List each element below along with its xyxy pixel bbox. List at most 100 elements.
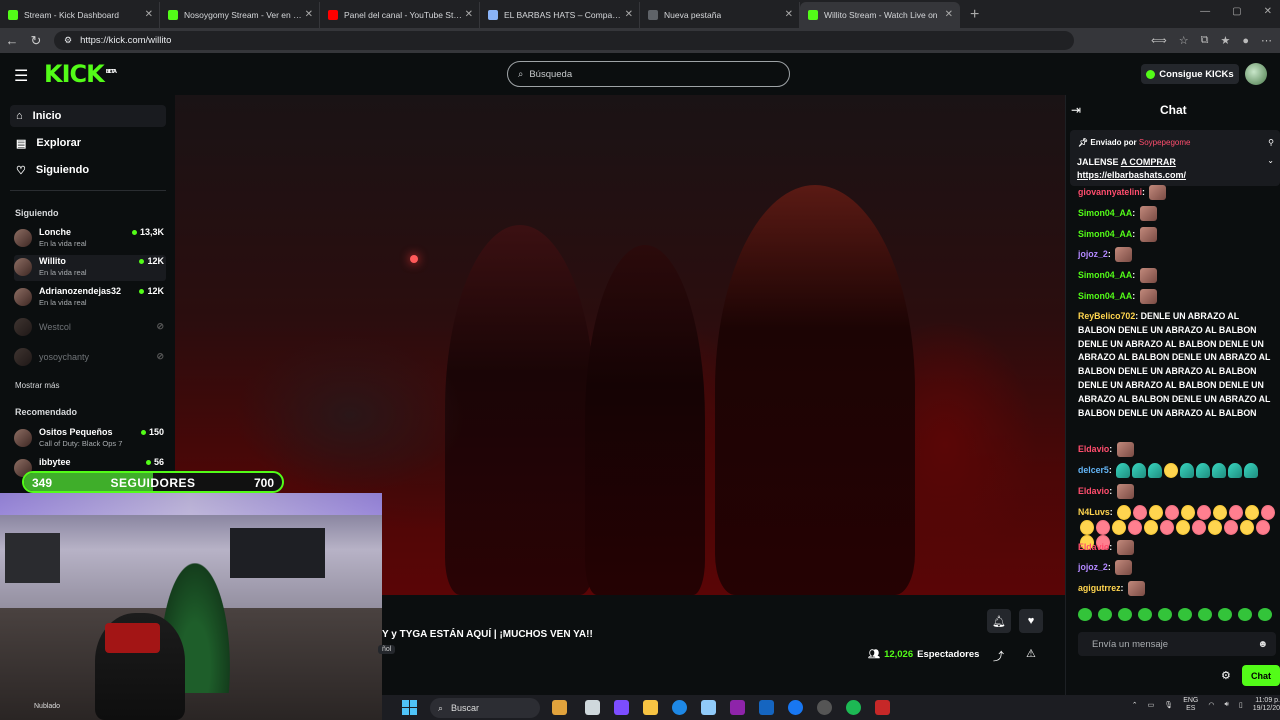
chat-username[interactable]: agigutrrez xyxy=(1078,583,1121,593)
chrome-icon[interactable] xyxy=(817,700,832,715)
hamburger-menu-icon[interactable]: ☰ xyxy=(14,66,28,86)
channel-item[interactable]: Adrianozendejas32 En la vida real 12K xyxy=(14,285,166,311)
extensions-icon[interactable]: ⧉ xyxy=(1201,34,1209,47)
taskbar-app-icon[interactable] xyxy=(585,700,600,715)
minimize-icon[interactable]: — xyxy=(1200,6,1210,17)
channel-item[interactable]: Lonche En la vida real 13,3K xyxy=(14,226,166,252)
back-icon[interactable]: ← xyxy=(0,33,24,48)
chat-username[interactable]: N4Luvs xyxy=(1078,507,1110,517)
browser-tab[interactable]: Nosoygomy Stream - Ver en direct ✕ xyxy=(160,2,320,28)
language-tag[interactable]: ñol xyxy=(378,645,396,654)
sidebar-item-following[interactable]: ♡ Siguiendo xyxy=(10,159,166,181)
browser-tab-active[interactable]: Willito Stream - Watch Live on ✕ xyxy=(800,2,960,28)
taskbar-search[interactable]: ⌕ Buscar xyxy=(430,698,540,718)
chat-username[interactable]: Simon04_AA xyxy=(1078,270,1132,280)
profile-icon[interactable]: ● xyxy=(1242,35,1249,47)
taskbar-app-icon[interactable] xyxy=(614,700,629,715)
emoji-picker-icon[interactable]: ☻ xyxy=(1257,639,1268,650)
windows-start-icon[interactable] xyxy=(402,700,417,715)
chat-username[interactable]: Eldavio xyxy=(1078,486,1109,496)
maximize-icon[interactable]: ▢ xyxy=(1232,6,1241,17)
wifi-icon[interactable]: ◠ xyxy=(1208,701,1214,709)
emote-icon[interactable] xyxy=(1098,608,1112,621)
facebook-icon[interactable] xyxy=(788,700,803,715)
emote-icon[interactable] xyxy=(1158,608,1172,621)
chat-username[interactable]: jojoz_2 xyxy=(1078,562,1108,572)
search-input[interactable]: ⌕ Búsqueda xyxy=(507,61,790,87)
emote-icon[interactable] xyxy=(1078,608,1092,621)
notifications-bell-icon[interactable]: 🔔︎ xyxy=(987,609,1011,633)
network-icon[interactable]: ▭ xyxy=(1148,701,1155,709)
share-icon[interactable]: ⤴ xyxy=(993,648,1004,664)
clock[interactable]: 11:09 p. 19/12/20 xyxy=(1253,697,1280,713)
channel-item[interactable]: Willito En la vida real 12K xyxy=(14,255,166,281)
emote-icon[interactable] xyxy=(1198,608,1212,621)
new-tab-button[interactable]: + xyxy=(960,2,989,28)
taskbar-app-icon[interactable] xyxy=(552,700,567,715)
follow-heart-button[interactable]: ♥ xyxy=(1019,609,1043,633)
bookmark-icon[interactable]: ☆ xyxy=(1179,34,1189,47)
close-tab-icon[interactable]: ✕ xyxy=(785,9,793,20)
chat-username[interactable]: delcer5 xyxy=(1078,465,1109,475)
chat-username[interactable]: jojoz_2 xyxy=(1078,249,1108,259)
unpin-icon[interactable]: ⚲ xyxy=(1268,138,1274,147)
emote-icon[interactable] xyxy=(1118,608,1132,621)
edge-browser-icon[interactable] xyxy=(672,700,687,715)
chat-username[interactable]: ReyBelico702 xyxy=(1078,311,1135,321)
emote-icon[interactable] xyxy=(1178,608,1192,621)
chat-username[interactable]: Eldavio xyxy=(1078,542,1109,552)
chat-username[interactable]: Simon04_AA xyxy=(1078,229,1132,239)
store-icon[interactable] xyxy=(701,700,716,715)
emote-icon[interactable] xyxy=(1258,608,1272,621)
favorites-icon[interactable]: ★ xyxy=(1220,34,1230,47)
chat-message-input[interactable]: Envía un mensaje ☻ xyxy=(1078,632,1276,656)
mic-icon[interactable]: 🎙︎ xyxy=(1164,701,1173,709)
emote-icon[interactable] xyxy=(1138,608,1152,621)
volume-icon[interactable]: 🔊︎ xyxy=(1224,701,1228,709)
battery-icon[interactable]: ▯ xyxy=(1239,701,1243,709)
browser-tab[interactable]: Panel del canal - YouTube Studio ✕ xyxy=(320,2,480,28)
emote-icon[interactable] xyxy=(1218,608,1232,621)
sidebar-item-home[interactable]: ⌂ Inicio xyxy=(10,105,166,127)
expand-chevron-icon[interactable]: ⌄ xyxy=(1267,156,1274,165)
get-kicks-button[interactable]: Consigue KICKs xyxy=(1141,64,1239,84)
user-avatar[interactable] xyxy=(1245,63,1267,85)
menu-dots-icon[interactable]: ⋯ xyxy=(1261,34,1272,47)
language-indicator[interactable]: ENG ES xyxy=(1183,697,1198,713)
channel-item-offline[interactable]: yosoychanty ⊘ xyxy=(14,345,166,371)
file-explorer-icon[interactable] xyxy=(643,700,658,715)
close-window-icon[interactable]: ✕ xyxy=(1264,6,1272,17)
collapse-chat-icon[interactable]: ⇥ xyxy=(1071,103,1081,117)
translate-icon[interactable]: ⟺ xyxy=(1151,34,1167,47)
close-tab-icon[interactable]: ✕ xyxy=(305,9,313,20)
close-tab-icon[interactable]: ✕ xyxy=(625,9,633,20)
chat-send-button[interactable]: Chat xyxy=(1242,665,1280,686)
chat-username[interactable]: Simon04_AA xyxy=(1078,291,1132,301)
weather-widget[interactable]: Nublado xyxy=(34,703,60,710)
show-more-link[interactable]: Mostrar más xyxy=(15,381,59,390)
browser-tab[interactable]: EL BARBAS HATS – Compañía de s✕ xyxy=(480,2,640,28)
spotify-icon[interactable] xyxy=(846,700,861,715)
close-tab-icon[interactable]: ✕ xyxy=(145,9,153,20)
browser-tab[interactable]: Nueva pestaña ✕ xyxy=(640,2,800,28)
kick-logo[interactable]: KICK BETA xyxy=(44,60,117,88)
sidebar-item-browse[interactable]: ▤ Explorar xyxy=(10,132,166,154)
chat-settings-gear-icon[interactable]: ⚙ xyxy=(1221,669,1231,682)
report-warning-icon[interactable]: ⚠ xyxy=(1026,647,1036,660)
pinned-url[interactable]: https://elbarbashats.com/ xyxy=(1077,170,1186,180)
emote-icon[interactable] xyxy=(1238,608,1252,621)
tray-chevron-icon[interactable]: ⌃ xyxy=(1132,701,1138,709)
channel-item[interactable]: Ositos Pequeños Call of Duty: Black Ops … xyxy=(14,426,166,452)
chat-username[interactable]: Eldavio xyxy=(1078,444,1109,454)
close-tab-icon[interactable]: ✕ xyxy=(465,9,473,20)
browser-tab[interactable]: Stream - Kick Dashboard ✕ xyxy=(0,2,160,28)
taskbar-app-icon[interactable] xyxy=(730,700,745,715)
mail-icon[interactable] xyxy=(759,700,774,715)
site-info-icon[interactable]: ⚙ xyxy=(64,35,72,46)
chat-username[interactable]: giovannyatelini xyxy=(1078,187,1142,197)
close-tab-icon[interactable]: ✕ xyxy=(945,9,953,20)
pinned-link[interactable]: A COMPRAR xyxy=(1121,157,1176,167)
url-field[interactable]: ⚙ https://kick.com/willito xyxy=(54,31,1074,50)
reload-icon[interactable]: ↻ xyxy=(24,33,48,49)
taskbar-app-icon[interactable] xyxy=(875,700,890,715)
